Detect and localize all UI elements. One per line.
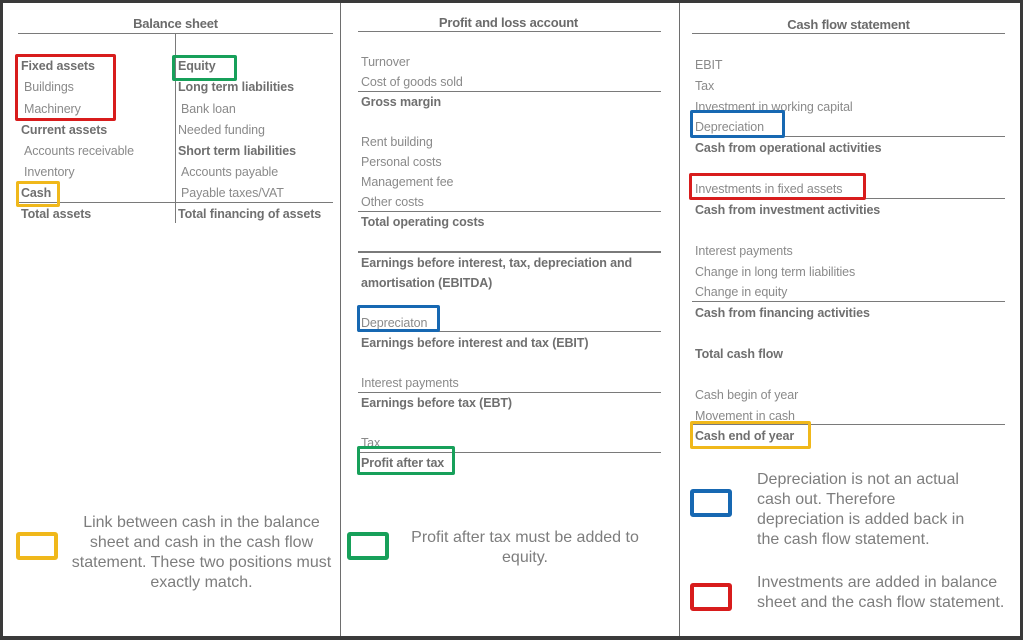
cash-operational: Cash from operational activities: [695, 141, 882, 155]
cf-investments-highlight: [689, 173, 866, 200]
divider: [18, 202, 333, 203]
cf-change-lt-liabilities: Change in long term liabilities: [695, 265, 856, 279]
bank-loan: Bank loan: [181, 102, 236, 116]
interest-payments: Interest payments: [361, 376, 459, 390]
divider: [358, 91, 661, 92]
divider: [692, 33, 1005, 34]
total-cash-flow: Total cash flow: [695, 347, 783, 361]
legend-blue-swatch: [690, 489, 732, 517]
divider: [358, 211, 661, 212]
payable-taxes: Payable taxes/VAT: [181, 186, 284, 200]
cash-financing: Cash from financing activities: [695, 306, 870, 320]
cash-begin: Cash begin of year: [695, 388, 799, 402]
management-fee: Management fee: [361, 175, 454, 189]
cf-interest: Interest payments: [695, 244, 793, 258]
legend-red-text: Investments are added in balance sheet a…: [757, 574, 1005, 611]
cost-of-goods-sold: Cost of goods sold: [361, 75, 463, 89]
diagram-canvas: Balance sheet Fixed assets Buildings Mac…: [3, 3, 1020, 636]
divider: [358, 31, 661, 32]
total-operating-costs: Total operating costs: [361, 215, 485, 229]
gross-margin: Gross margin: [361, 95, 442, 109]
cash-flow-title: Cash flow statement: [787, 17, 910, 32]
cf-depreciation-highlight: [690, 110, 785, 138]
legend-green-text: Profit after tax must be added to equity…: [411, 529, 639, 566]
accounts-receivable: Accounts receivable: [24, 144, 134, 158]
total-assets: Total assets: [21, 207, 92, 221]
legend-blue-text: Depreciation is not an actual cash out. …: [757, 471, 965, 548]
depreciation-highlight: [357, 305, 440, 332]
long-term-liabilities: Long term liabilities: [178, 80, 294, 94]
cf-ebit: EBIT: [695, 58, 723, 72]
other-costs: Other costs: [361, 195, 424, 209]
divider: [692, 301, 1005, 302]
legend-green-swatch: [347, 532, 389, 560]
fixed-assets-highlight: [15, 54, 116, 121]
legend-red-swatch: [690, 583, 732, 611]
cf-tax: Tax: [695, 79, 715, 93]
personal-costs: Personal costs: [361, 155, 442, 169]
cash-investment: Cash from investment activities: [695, 203, 881, 217]
inventory: Inventory: [24, 165, 75, 179]
current-assets: Current assets: [21, 123, 108, 137]
legend-yellow-swatch: [16, 532, 58, 560]
cash-end-highlight: [690, 421, 811, 449]
legend-yellow-text: Link between cash in the balance sheet a…: [71, 514, 332, 591]
accounts-payable: Accounts payable: [181, 165, 279, 179]
turnover: Turnover: [361, 55, 410, 69]
rent-building: Rent building: [361, 135, 433, 149]
ebit: Earnings before interest and tax (EBIT): [361, 336, 589, 350]
ebitda-line1: Earnings before interest, tax, depreciat…: [361, 256, 633, 270]
divider: [358, 392, 661, 393]
profit-after-tax-highlight: [357, 446, 455, 475]
ebitda-line2: amortisation (EBITDA): [361, 276, 493, 290]
divider: [358, 251, 661, 253]
cash-highlight: [16, 181, 60, 207]
balance-sheet-title: Balance sheet: [133, 16, 218, 31]
equity-highlight: [172, 55, 237, 81]
ebt: Earnings before tax (EBT): [361, 396, 512, 410]
needed-funding: Needed funding: [178, 123, 265, 137]
short-term-liabilities: Short term liabilities: [178, 144, 296, 158]
profit-loss-title: Profit and loss account: [438, 15, 579, 30]
cf-change-equity: Change in equity: [695, 285, 788, 299]
total-financing: Total financing of assets: [178, 207, 322, 221]
